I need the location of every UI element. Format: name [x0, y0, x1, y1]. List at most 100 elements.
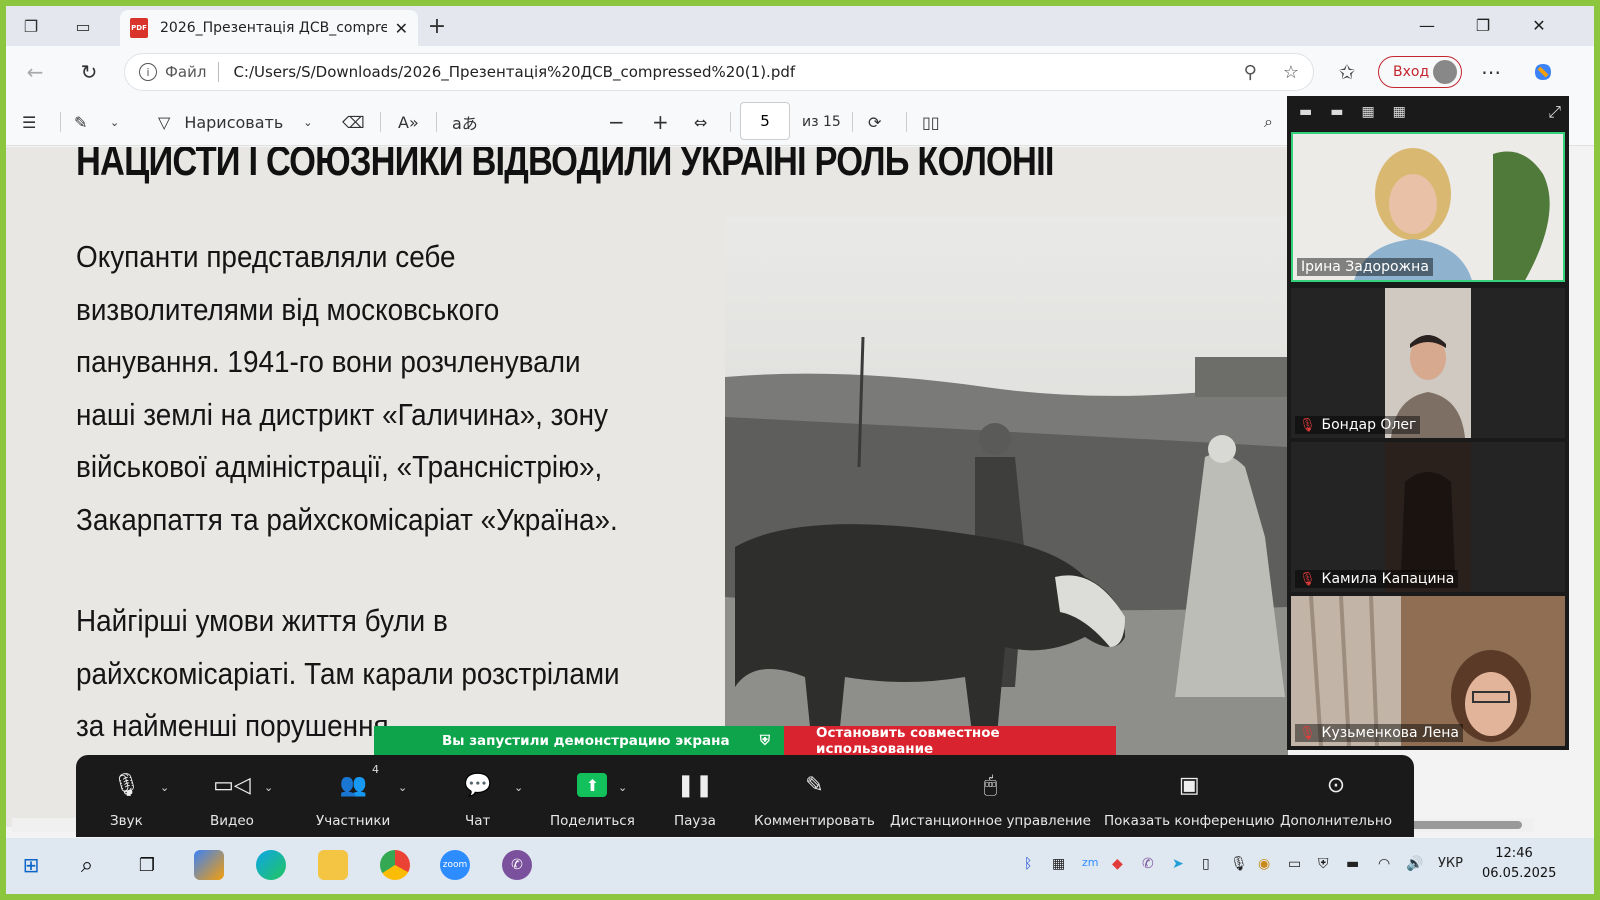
toolbar-divider: [60, 112, 61, 132]
zoom-out-icon[interactable]: −: [608, 110, 625, 134]
url-text[interactable]: C:/Users/S/Downloads/2026_Презентація%20…: [233, 63, 1217, 81]
tray-app-icon[interactable]: ◆: [1112, 856, 1123, 872]
tab-actions-icon[interactable]: ▭: [70, 14, 96, 38]
page-number-input[interactable]: 5: [740, 102, 790, 140]
video-tile[interactable]: 🎙 Кузьменкова Лена: [1291, 596, 1565, 746]
viber-icon[interactable]: ✆: [502, 850, 532, 880]
close-window-icon[interactable]: ✕: [1516, 10, 1562, 40]
highlight-icon[interactable]: ✎: [74, 110, 87, 134]
chevron-down-icon[interactable]: ⌄: [110, 110, 119, 134]
edge-browser-icon[interactable]: [256, 850, 286, 880]
chrome-icon[interactable]: [380, 850, 410, 880]
file-explorer-icon[interactable]: [318, 850, 348, 880]
workspaces-icon[interactable]: ❐: [18, 14, 44, 38]
login-label: Вход: [1393, 64, 1430, 80]
annotate-button[interactable]: ✎ Комментировать: [754, 767, 875, 830]
volume-icon[interactable]: 🔊: [1406, 856, 1423, 872]
copilot-app-icon[interactable]: [194, 850, 224, 880]
chevron-down-icon[interactable]: ⌄: [303, 116, 312, 129]
draw-icon: ▽: [158, 112, 171, 132]
search-icon[interactable]: ⌕: [1264, 110, 1273, 134]
video-tile-speaker[interactable]: Ірина Задорожна: [1291, 132, 1565, 282]
back-icon[interactable]: ←: [20, 58, 50, 86]
close-tab-icon[interactable]: ✕: [395, 19, 408, 38]
eraser-icon[interactable]: ⌫: [342, 110, 365, 134]
video-tile[interactable]: 🎙 Бондар Олег: [1291, 288, 1565, 438]
camera-icon: ▭◁: [213, 772, 251, 798]
tray-app-icon[interactable]: ▦: [1052, 856, 1065, 872]
read-aloud-icon[interactable]: A»: [398, 110, 419, 134]
share-button[interactable]: ⬆ Поделиться: [550, 767, 635, 829]
microphone-tray-icon[interactable]: 🎙: [1230, 856, 1248, 872]
page-view-icon[interactable]: ▯▯: [922, 110, 940, 134]
toolbar-divider: [852, 112, 853, 132]
chat-icon: 💬: [464, 772, 492, 798]
browser-tab[interactable]: PDF 2026_Презентація ДСВ_compres ✕: [120, 10, 418, 46]
zoom-out-page-icon[interactable]: ⚲: [1244, 62, 1257, 83]
start-icon[interactable]: ⊞: [16, 850, 46, 880]
fit-width-icon[interactable]: ⇔: [694, 110, 707, 134]
toolbar-divider: [906, 112, 907, 132]
view-mode-icons[interactable]: ▬▬▦▦: [1299, 104, 1424, 120]
clock[interactable]: 12:46 06.05.2025: [1482, 844, 1556, 884]
language-indicator[interactable]: УКР: [1438, 856, 1463, 871]
expand-icon[interactable]: ⤢: [1548, 102, 1561, 122]
bluetooth-icon[interactable]: ᛒ: [1024, 856, 1032, 872]
address-row: ← ↻ i Файл C:/Users/S/Downloads/2026_Пре…: [6, 46, 1594, 98]
draw-button[interactable]: ▽ Нарисовать ⌄: [158, 110, 313, 134]
more-menu-icon[interactable]: ⋯: [1476, 58, 1506, 86]
more-button[interactable]: ⊙ Дополнительно: [1280, 767, 1392, 830]
more-label: Дополнительно: [1280, 813, 1392, 829]
security-icon[interactable]: ⛨: [1318, 856, 1329, 872]
chevron-down-icon[interactable]: ⌄: [514, 781, 523, 794]
screen: ❐ ▭ PDF 2026_Презентація ДСВ_compres ✕ +…: [6, 6, 1594, 894]
tray-app-icon[interactable]: ◉: [1258, 856, 1270, 872]
screen-share-status: Вы запустили демонстрацию экрана ⛨: [374, 726, 784, 756]
restore-icon[interactable]: ❐: [1460, 10, 1506, 40]
chevron-down-icon[interactable]: ⌄: [618, 781, 627, 794]
usb-icon[interactable]: ▯: [1202, 856, 1210, 872]
address-divider: [218, 62, 220, 82]
zoom-app-icon[interactable]: zoom: [440, 850, 470, 880]
display-icon[interactable]: ▭: [1288, 856, 1301, 872]
remote-control-button[interactable]: 🖱 Дистанционное управление: [890, 767, 1091, 830]
contents-icon[interactable]: ☰: [22, 110, 36, 134]
favorite-star-icon[interactable]: ☆: [1283, 62, 1299, 83]
mouse-icon: 🖱: [983, 772, 998, 798]
viber-tray-icon[interactable]: ✆: [1142, 856, 1154, 872]
info-icon[interactable]: i: [139, 63, 157, 81]
page-total: из 15: [802, 114, 841, 130]
stop-share-label: Остановить совместное использование: [816, 725, 1000, 757]
new-tab-icon[interactable]: +: [424, 14, 450, 39]
pdf-file-icon: PDF: [130, 18, 148, 38]
minimize-icon[interactable]: —: [1404, 10, 1450, 40]
windows-taskbar: ⊞ ⌕ ❐ zoom ✆ ᛒ ▦ zm ◆ ✆ ➤ ▯ 🎙 ◉ ▭ ⛨ ▬ ◠ …: [6, 838, 1594, 894]
favorites-icon[interactable]: ✩: [1332, 58, 1362, 86]
battery-icon[interactable]: ▬: [1346, 856, 1359, 872]
rotate-icon[interactable]: ⟳: [868, 110, 881, 134]
task-view-icon[interactable]: ❐: [132, 850, 162, 880]
chevron-down-icon[interactable]: ⌄: [264, 781, 273, 794]
video-button[interactable]: ▭◁ Видео: [210, 767, 254, 830]
copilot-icon[interactable]: [1528, 58, 1558, 86]
search-icon[interactable]: ⌕: [72, 850, 102, 880]
participants-button[interactable]: 👥 Участники: [316, 767, 390, 830]
chat-button[interactable]: 💬 Чат: [464, 767, 492, 830]
telegram-icon[interactable]: ➤: [1172, 856, 1184, 872]
reload-icon[interactable]: ↻: [74, 58, 104, 86]
pause-button[interactable]: ❚❚ Пауза: [674, 767, 716, 830]
show-conference-button[interactable]: ▣ Показать конференцию: [1104, 767, 1275, 830]
audio-button[interactable]: 🎙 Звук: [110, 767, 143, 830]
chevron-down-icon[interactable]: ⌄: [160, 781, 169, 794]
zoom-tray-icon[interactable]: zm: [1082, 856, 1099, 869]
video-tile[interactable]: 🎙 Камила Капацина: [1291, 442, 1565, 592]
participant-name-text: Бондар Олег: [1321, 417, 1417, 433]
chevron-down-icon[interactable]: ⌄: [398, 781, 407, 794]
translate-icon[interactable]: aあ: [452, 110, 478, 134]
zoom-in-icon[interactable]: +: [652, 110, 669, 134]
stop-share-button[interactable]: Остановить совместное использование: [784, 725, 1116, 757]
text-line: Окупанти представляли себе: [76, 239, 456, 274]
wifi-icon[interactable]: ◠: [1378, 856, 1390, 872]
address-bar[interactable]: i Файл C:/Users/S/Downloads/2026_Презент…: [124, 53, 1314, 91]
login-button[interactable]: Вход: [1378, 56, 1462, 88]
